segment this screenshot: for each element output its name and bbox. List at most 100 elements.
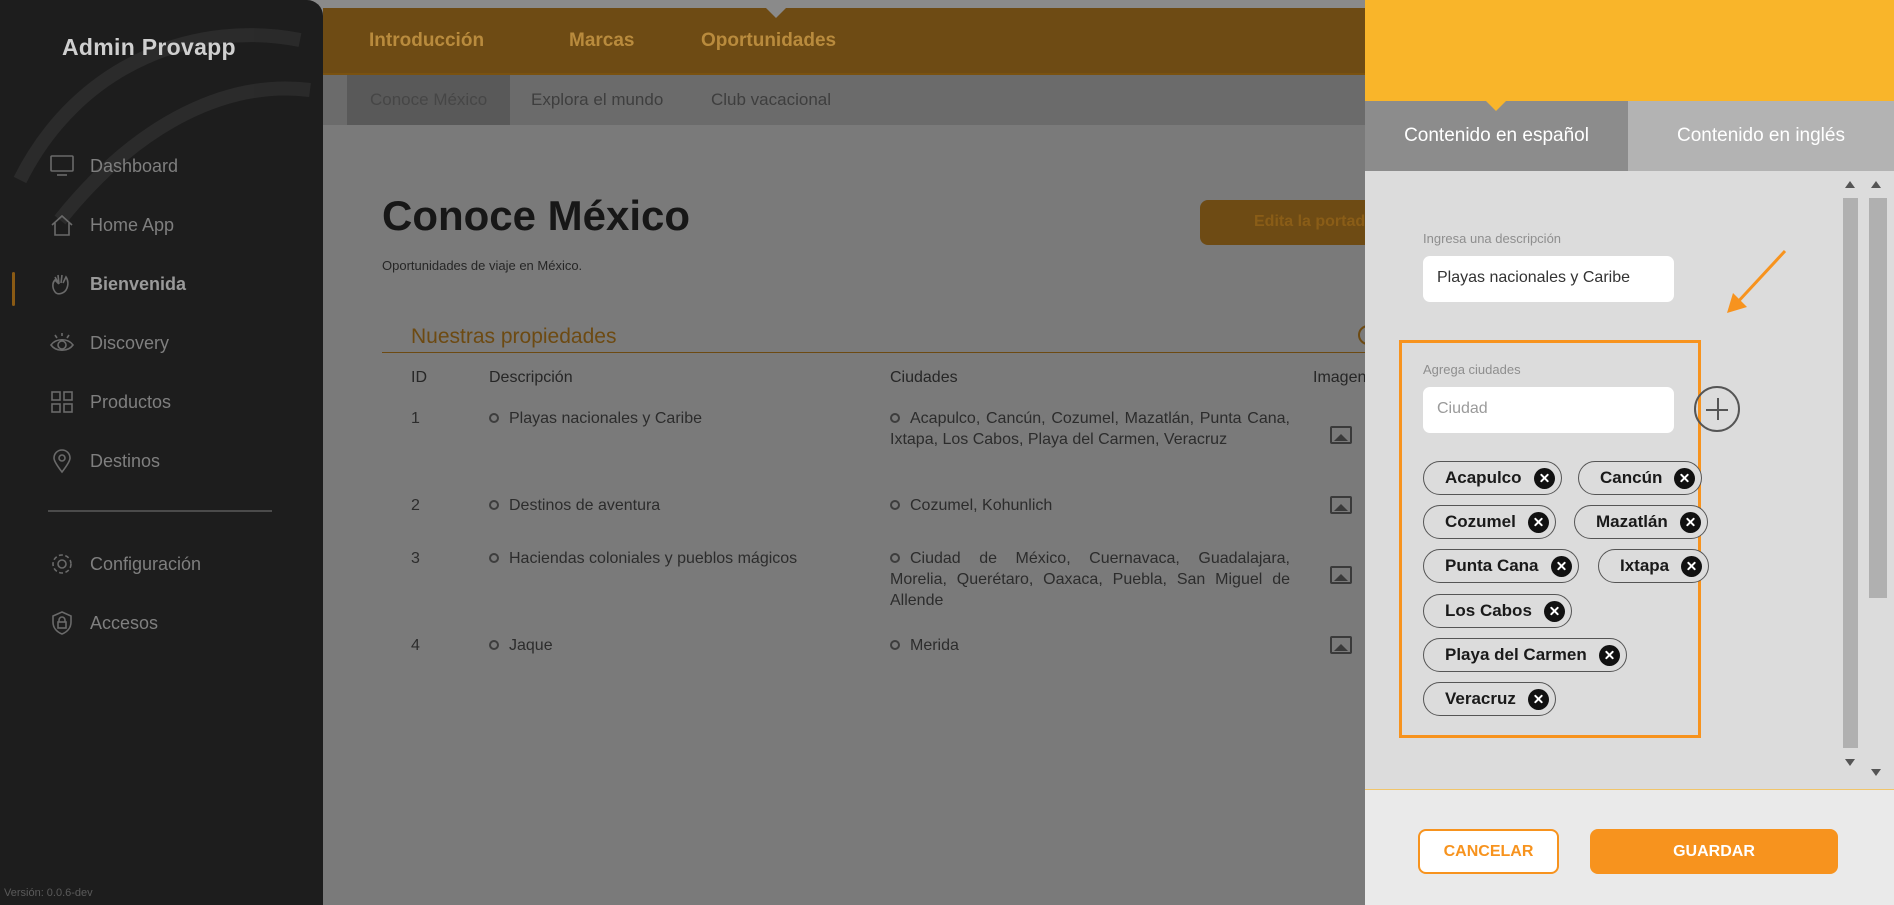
scroll-up-icon[interactable] — [1845, 181, 1855, 188]
bullet-icon — [890, 640, 900, 650]
edit-cover-button[interactable]: Edita la portada — [1200, 200, 1367, 245]
remove-city-icon[interactable] — [1550, 555, 1572, 577]
eye-icon — [48, 329, 76, 357]
descripcion-text: Destinos de aventura — [509, 497, 661, 514]
table-cell-id: 1 — [411, 410, 420, 427]
ciudades-text: Merida — [910, 637, 959, 654]
sidebar: Admin Provapp Dashboard Home App Bienven… — [0, 0, 323, 905]
remove-city-icon[interactable] — [1533, 467, 1555, 489]
bullet-icon — [489, 553, 499, 563]
bullet-icon — [890, 413, 900, 423]
subtab-explora-el-mundo[interactable]: Explora el mundo — [531, 75, 663, 125]
city-chip-label: Ixtapa — [1620, 556, 1670, 575]
table-cell-descripcion: Destinos de aventura — [489, 495, 869, 516]
active-tab-caret — [1486, 101, 1506, 111]
ciudades-text: Ciudad de México, Cuernavaca, Guadalajar… — [890, 550, 1290, 609]
sidebar-item-dashboard[interactable]: Dashboard — [48, 151, 178, 181]
table-cell-id: 2 — [411, 497, 420, 514]
ciudades-text: Cozumel, Kohunlich — [910, 497, 1053, 514]
table-cell-ciudades: Merida — [890, 635, 1290, 656]
remove-city-icon[interactable] — [1527, 688, 1549, 710]
remove-city-icon[interactable] — [1681, 555, 1703, 577]
table-cell-id: 3 — [411, 550, 420, 567]
scroll-up-icon[interactable] — [1871, 181, 1881, 188]
home-icon — [48, 211, 76, 239]
sidebar-item-home-app[interactable]: Home App — [48, 210, 174, 240]
section-title: Nuestras propiedades — [411, 325, 617, 348]
city-chip-label: Acapulco — [1445, 468, 1522, 487]
city-chip-label: Los Cabos — [1445, 601, 1532, 620]
sidebar-item-discovery[interactable]: Discovery — [48, 328, 169, 358]
sidebar-item-configuracion[interactable]: Configuración — [48, 549, 201, 579]
sidebar-item-destinos[interactable]: Destinos — [48, 446, 160, 476]
bullet-icon — [489, 640, 499, 650]
description-input[interactable]: Playas nacionales y Caribe — [1423, 256, 1674, 302]
descripcion-text: Haciendas coloniales y pueblos mágicos — [509, 550, 798, 567]
sidebar-item-label: Accesos — [90, 612, 159, 633]
tab-introduccion[interactable]: Introducción — [369, 30, 484, 52]
scrollbar-thumb[interactable] — [1843, 198, 1858, 748]
remove-city-icon[interactable] — [1598, 644, 1620, 666]
scrollbar-thumb[interactable] — [1869, 198, 1887, 598]
ciudades-text: Acapulco, Cancún, Cozumel, Mazatlán, Pun… — [890, 410, 1290, 448]
cancel-button[interactable]: CANCELAR — [1418, 829, 1559, 874]
tab-oportunidades[interactable]: Oportunidades — [701, 30, 836, 52]
shield-lock-icon — [48, 609, 76, 637]
brand-title: Admin Provapp — [62, 34, 236, 60]
subtab-club-vacacional[interactable]: Club vacacional — [711, 75, 831, 125]
city-chip: Veracruz — [1423, 682, 1556, 716]
sidebar-item-label: Destinos — [90, 450, 161, 471]
remove-city-icon[interactable] — [1543, 600, 1565, 622]
sidebar-item-bienvenida[interactable]: Bienvenida — [48, 269, 186, 299]
add-city-button[interactable] — [1694, 386, 1740, 432]
main-content: Conoce México Oportunidades de viaje en … — [323, 125, 1378, 905]
grid-icon — [48, 388, 76, 416]
city-chip-label: Veracruz — [1445, 689, 1516, 708]
remove-city-icon[interactable] — [1674, 467, 1696, 489]
image-icon[interactable] — [1330, 496, 1352, 514]
sidebar-item-label: Configuración — [90, 553, 202, 574]
sidebar-item-productos[interactable]: Productos — [48, 387, 171, 417]
version-label: Versión: 0.0.6-dev — [4, 887, 93, 899]
tab-contenido-espanol[interactable]: Contenido en español — [1365, 101, 1628, 171]
sidebar-item-accesos[interactable]: Accesos — [48, 608, 158, 638]
scrollbar-outer[interactable] — [1840, 176, 1860, 776]
scroll-down-icon[interactable] — [1845, 759, 1855, 766]
remove-city-icon[interactable] — [1527, 511, 1549, 533]
city-chip: Cancún — [1578, 461, 1703, 495]
sub-nav: Conoce México Explora el mundo Club vaca… — [323, 75, 1367, 125]
city-input[interactable]: Ciudad — [1423, 387, 1674, 433]
column-header-descripcion: Descripción — [489, 369, 573, 386]
wave-hand-icon — [48, 270, 76, 298]
scroll-down-icon[interactable] — [1871, 769, 1881, 776]
subtab-conoce-mexico[interactable]: Conoce México — [347, 75, 511, 125]
drawer-header — [1365, 0, 1894, 101]
page-title: Conoce México — [382, 192, 691, 239]
city-chip-label: Playa del Carmen — [1445, 645, 1587, 664]
tab-marcas[interactable]: Marcas — [569, 30, 635, 52]
save-button[interactable]: GUARDAR — [1590, 829, 1838, 874]
sidebar-item-label: Bienvenida — [90, 273, 187, 294]
image-icon[interactable] — [1330, 426, 1352, 444]
city-chip: Los Cabos — [1423, 594, 1572, 628]
table-cell-descripcion: Haciendas coloniales y pueblos mágicos — [489, 548, 869, 569]
drawer-footer: CANCELAR GUARDAR — [1365, 790, 1894, 905]
table-cell-descripcion: Jaque — [489, 635, 869, 656]
remove-city-icon[interactable] — [1679, 511, 1701, 533]
column-header-imagen: Imagen — [1313, 369, 1367, 386]
tab-contenido-ingles[interactable]: Contenido en inglés — [1628, 101, 1894, 171]
image-icon[interactable] — [1330, 636, 1352, 654]
edit-drawer: Contenido en español Contenido en inglés… — [1365, 0, 1894, 905]
top-nav: Introducción Marcas Oportunidades — [323, 8, 1367, 75]
table-cell-id: 4 — [411, 637, 420, 654]
app-root: Admin Provapp Dashboard Home App Bienven… — [0, 0, 1894, 905]
table-cell-descripcion: Playas nacionales y Caribe — [489, 408, 869, 429]
image-icon[interactable] — [1330, 566, 1352, 584]
city-chip: Ixtapa — [1598, 549, 1710, 583]
bullet-icon — [890, 553, 900, 563]
city-chip: Acapulco — [1423, 461, 1562, 495]
scrollbar-inner[interactable] — [1863, 176, 1890, 776]
sidebar-item-label: Discovery — [90, 332, 170, 353]
active-indicator — [12, 272, 15, 306]
section-divider — [382, 352, 1367, 353]
